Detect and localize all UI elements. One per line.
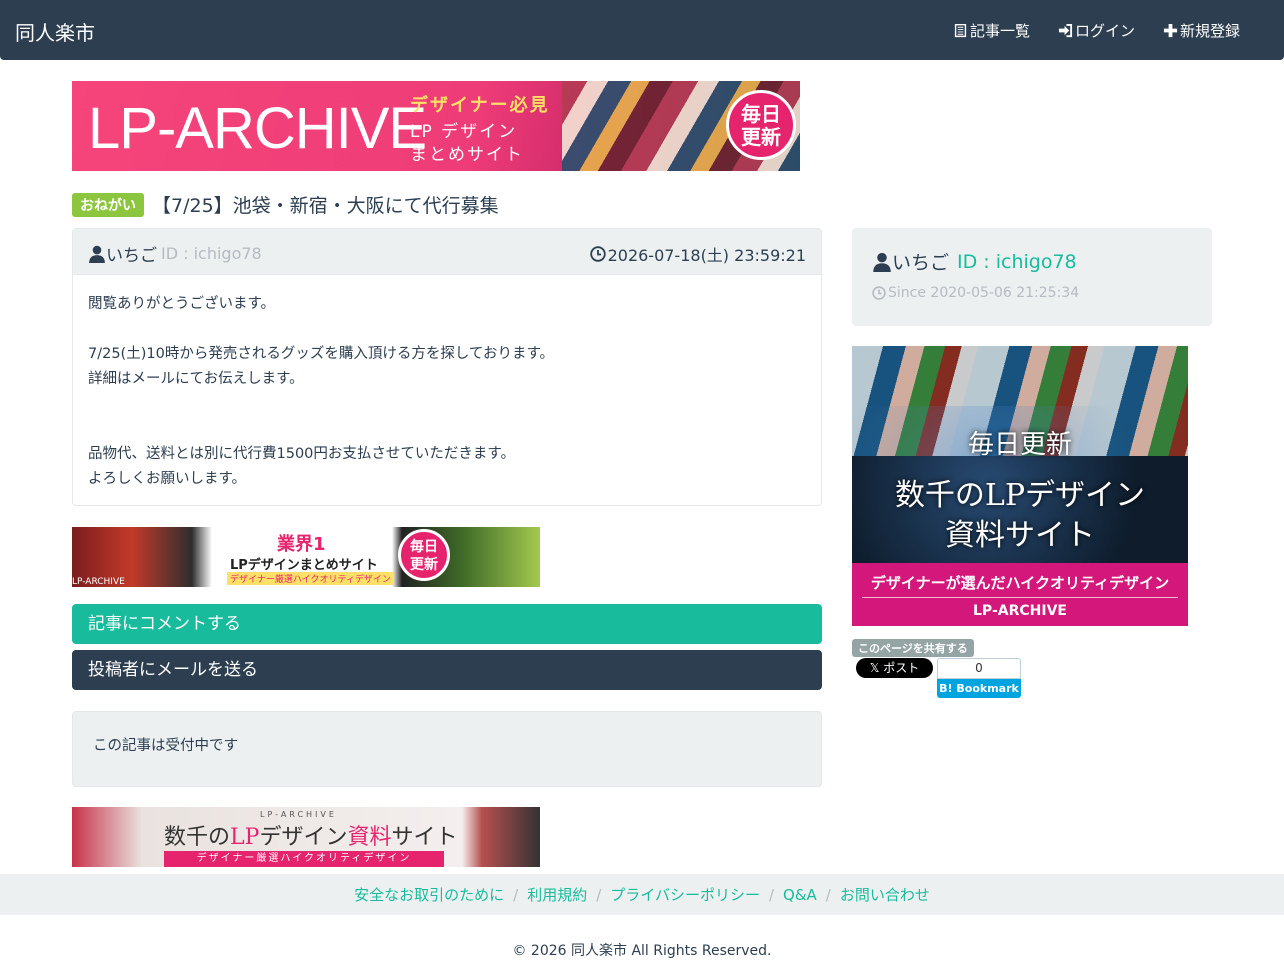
hatena-bookmark-button[interactable]: 0 B! Bookmark [937, 658, 1021, 698]
user-icon [89, 245, 105, 263]
banner-mid-headline: 業界1 [277, 534, 326, 555]
nav-login-label: ログイン [1074, 22, 1135, 40]
post-body-line: 7/25(土)10時から発売されるグッズを購入頂ける方を探しております。 [88, 346, 555, 362]
post-datetime: 2026-07-18(土) 23:59:21 [607, 246, 806, 265]
footer-link-qa[interactable]: Q&A [783, 886, 817, 904]
clock-icon [872, 286, 886, 300]
headline-part: 数千の [164, 825, 231, 850]
footer-separator: / [768, 885, 775, 904]
banner-bottom-strip: デザイナー厳選ハイクオリティデザイン [164, 851, 444, 867]
nav-article-list[interactable]: 記事一覧 [953, 20, 1030, 41]
banner-tagline-3: まとめサイト [410, 145, 524, 165]
banner-side-footer: デザイナーが選んだハイクオリティデザイン LP-ARCHIVE [852, 563, 1188, 626]
post-body-line [88, 417, 806, 442]
banner-tagline-2: LP デザイン [410, 122, 518, 142]
post-author-id: ID : ichigo78 [161, 244, 262, 263]
badge-line-1: 毎日 [741, 102, 781, 126]
post-body-line: よろしくお願いします。 [88, 471, 247, 487]
headline-part: サイト [391, 825, 458, 850]
sidebar-author-card: いちご ID : ichigo78 Since 2020-05-06 21:25… [852, 228, 1212, 326]
nav-links: 記事一覧 ログイン 新規登録 [953, 20, 1240, 41]
badge-line-2: 更新 [410, 557, 438, 573]
footer-separator: / [596, 885, 602, 904]
post-body-line: 詳細はメールにてお伝えします。 [88, 371, 304, 387]
x-post-button[interactable]: 𝕏 ポスト [856, 658, 933, 678]
daily-update-badge: 毎日 更新 [398, 529, 450, 581]
post-title: 【7/25】池袋・新宿・大阪にて代行募集 [152, 195, 499, 217]
comment-button[interactable]: 記事にコメントする [72, 604, 822, 644]
post-body-line: 閲覧ありがとうございます。 [88, 296, 276, 312]
banner-bottom-headline: 数千のLPデザイン資料サイト [164, 819, 457, 851]
post-header: いちご ID : ichigo78 2026-07-18(土) 23:59:21 [73, 229, 821, 275]
banner-mid-title: LPデザインまとめサイト [230, 558, 378, 573]
plus-icon [1163, 23, 1178, 38]
post-date: 2026-07-18(土) 23:59:21 [589, 242, 806, 266]
user-icon [873, 252, 891, 272]
post-body-line: 品物代、送料とは別に代行費1500円お支払させていただきます。 [88, 446, 515, 462]
banner-side-logo: LP-ARCHIVE [973, 603, 1067, 619]
post-body-line [88, 317, 806, 342]
list-icon [954, 23, 967, 38]
member-since: Since 2020-05-06 21:25:34 [872, 285, 1079, 301]
nav-register[interactable]: 新規登録 [1163, 20, 1240, 41]
hatena-bookmark-count: 0 [937, 658, 1021, 679]
lp-archive-banner-middle[interactable]: 業界1 LPデザインまとめサイト デザイナー厳選ハイクオリティデザイン LP-A… [72, 527, 540, 587]
divider [862, 597, 1178, 598]
banner-mid-logo: LP-ARCHIVE [72, 577, 125, 587]
nav-login[interactable]: ログイン [1058, 20, 1135, 41]
member-since-text: Since 2020-05-06 21:25:34 [888, 285, 1080, 301]
post-body: 閲覧ありがとうございます。 7/25(土)10時から発売されるグッズを購入頂ける… [73, 275, 821, 509]
banner-side-daily: 毎日更新 [967, 430, 1072, 460]
post-category-tag: おねがい [72, 192, 144, 217]
post-status: この記事は受付中です [72, 711, 822, 787]
navbar: 同人楽市 記事一覧 ログイン 新規登録 [0, 0, 1284, 60]
post-status-text: この記事は受付中です [93, 738, 238, 754]
login-icon [1058, 23, 1073, 38]
footer-link-terms[interactable]: 利用規約 [527, 884, 587, 905]
footer-link-privacy[interactable]: プライバシーポリシー [610, 884, 760, 905]
post-author: いちご ID : ichigo78 [88, 241, 262, 266]
nav-register-label: 新規登録 [1179, 22, 1240, 40]
sidebar-author-name: いちご [892, 252, 950, 274]
badge-line-2: 更新 [741, 125, 781, 149]
footer-separator: / [825, 885, 831, 904]
share-label: このページを共有する [852, 639, 974, 657]
lp-archive-banner-top[interactable]: LP-ARCHIVE デザイナー必見 LP デザイン まとめサイト 毎日 更新 [72, 81, 800, 171]
mail-author-button[interactable]: 投稿者にメールを送る [72, 650, 822, 690]
lp-archive-banner-bottom[interactable]: LP-ARCHIVE 数千のLPデザイン資料サイト デザイナー厳選ハイクオリティ… [72, 807, 540, 867]
banner-mid-subtitle: デザイナー厳選ハイクオリティデザイン [227, 572, 394, 585]
daily-update-badge: 毎日 更新 [726, 90, 796, 160]
post-title-row: おねがい 【7/25】池袋・新宿・大阪にて代行募集 [72, 191, 499, 218]
banner-tagline-1: デザイナー必見 [410, 95, 550, 116]
footer-link-contact[interactable]: お問い合わせ [840, 884, 930, 905]
sidebar-author-id[interactable]: ID : ichigo78 [957, 251, 1077, 273]
headline-part: デザイン [259, 825, 348, 850]
headline-part: 資料 [347, 825, 392, 850]
banner-side-tagline: デザイナーが選んだハイクオリティデザイン [870, 574, 1170, 592]
clock-icon [589, 246, 606, 262]
post-body-line [88, 392, 806, 417]
post-card: いちご ID : ichigo78 2026-07-18(土) 23:59:21… [72, 228, 822, 506]
headline-part: LP [230, 825, 260, 850]
lp-archive-banner-side[interactable]: 毎日更新 数千のLPデザイン 資料サイト デザイナーが選んだハイクオリティデザイ… [852, 346, 1188, 626]
footer-separator: / [513, 885, 519, 904]
nav-article-list-label: 記事一覧 [969, 22, 1030, 40]
footer-links: 安全なお取引のために / 利用規約 / プライバシーポリシー / Q&A / お… [0, 874, 1284, 915]
banner-side-title-2: 資料サイト [945, 518, 1095, 553]
footer-link-safety[interactable]: 安全なお取引のために [354, 884, 504, 905]
banner-bottom-logo: LP-ARCHIVE [260, 810, 337, 819]
sidebar-author: いちご ID : ichigo78 [872, 248, 1077, 275]
hatena-bookmark-label: B! Bookmark [937, 679, 1021, 698]
badge-line-1: 毎日 [410, 539, 438, 555]
site-brand[interactable]: 同人楽市 [15, 17, 95, 46]
banner-logo-text: LP-ARCHIVE [88, 96, 427, 161]
post-author-name: いちご [106, 246, 157, 266]
copyright: © 2026 同人楽市 All Rights Reserved. [512, 943, 772, 959]
banner-side-title-1: 数千のLPデザイン [894, 478, 1146, 513]
